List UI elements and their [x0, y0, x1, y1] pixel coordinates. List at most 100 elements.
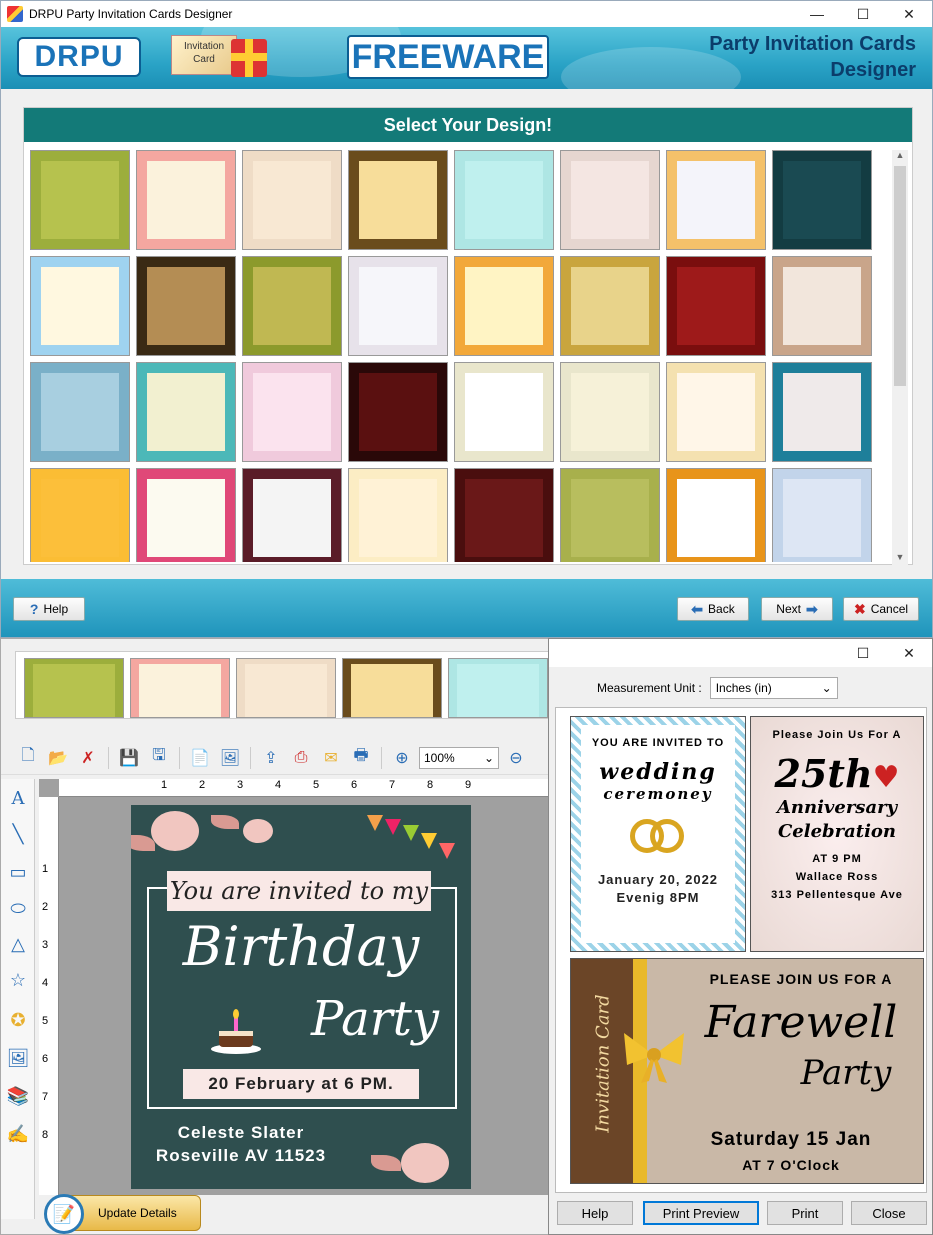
measurement-unit-select[interactable]: Inches (in) ⌄	[709, 677, 838, 699]
farewell-vertical-text: Invitation Card	[592, 994, 614, 1133]
design-thumbnail[interactable]	[560, 150, 660, 250]
maximize-button[interactable]: ☐	[840, 1, 886, 27]
design-thumbnail[interactable]	[772, 150, 872, 250]
design-thumbnail[interactable]	[560, 468, 660, 562]
design-thumbnail[interactable]	[772, 468, 872, 562]
design-thumbnail[interactable]	[666, 468, 766, 562]
wedding-card-preview: YOU ARE INVITED TO wedding ceremoney Jan…	[570, 716, 746, 952]
design-thumbnail[interactable]	[348, 256, 448, 356]
signature-tool-icon[interactable]: ✍	[5, 1121, 31, 1147]
update-details-button[interactable]: 📝 Update Details	[44, 1194, 201, 1234]
line-tool-icon[interactable]: ╲	[5, 821, 31, 847]
new-file-icon[interactable]: 🗋	[15, 745, 41, 771]
drpu-logo: DRPU	[17, 37, 141, 77]
export-icon[interactable]: ⇪	[258, 745, 284, 771]
birthday-card[interactable]: You are invited to my Birthday Party 20 …	[131, 805, 471, 1189]
triangle-tool-icon[interactable]: △	[5, 931, 31, 957]
design-thumbnail[interactable]	[136, 150, 236, 250]
pdf-icon[interactable]: ⎙	[288, 745, 314, 771]
email-icon[interactable]: ✉	[318, 745, 344, 771]
next-button[interactable]: Next ➡	[761, 597, 833, 621]
close-file-icon[interactable]: ✗	[75, 745, 101, 771]
anniversary-address: 313 Pellentesque Ave	[771, 889, 903, 901]
properties-icon[interactable]: 📄	[187, 745, 213, 771]
design-thumbnail[interactable]	[30, 150, 130, 250]
design-canvas[interactable]: 1 2 3 4 5 6 7 8 9 1 2 3 4 5 6 7 8 You are invited to my…	[39, 779, 549, 1195]
ellipse-tool-icon[interactable]: ⬭	[5, 895, 31, 921]
design-thumbnail[interactable]	[454, 468, 554, 562]
arrow-right-icon: ➡	[805, 600, 818, 617]
design-thumbnail[interactable]	[772, 256, 872, 356]
invited-text[interactable]: You are invited to my	[167, 871, 431, 911]
help-button[interactable]: Help	[557, 1201, 633, 1225]
symbol-tool-icon[interactable]: ✪	[5, 1007, 31, 1033]
design-header: Select Your Design!	[24, 108, 912, 142]
strip-thumbnail[interactable]	[130, 658, 230, 718]
print-icon[interactable]: 🖶	[348, 745, 374, 771]
save-as-icon[interactable]: 🖫	[146, 745, 172, 771]
strip-thumbnail[interactable]	[236, 658, 336, 718]
zoom-in-icon[interactable]: ⊕	[389, 745, 415, 771]
flower-decoration	[243, 819, 273, 843]
image-icon[interactable]: 🖼	[217, 745, 243, 771]
back-button[interactable]: ⬅ Back	[677, 597, 749, 621]
design-thumbnail[interactable]	[348, 150, 448, 250]
design-thumbnail[interactable]	[560, 362, 660, 462]
design-thumbnail[interactable]	[348, 362, 448, 462]
party-title[interactable]: Party	[295, 991, 455, 1047]
design-thumbnail[interactable]	[30, 362, 130, 462]
strip-thumbnail[interactable]	[24, 658, 124, 718]
print-preview-button[interactable]: Print Preview	[643, 1201, 759, 1225]
help-button[interactable]: ? Help	[13, 597, 85, 621]
scroll-thumb[interactable]	[894, 166, 906, 386]
design-thumbnail[interactable]	[30, 468, 130, 562]
close-button[interactable]: ✕	[886, 639, 932, 667]
ruler-tick: 7	[42, 1091, 49, 1103]
design-thumbnail[interactable]	[30, 256, 130, 356]
design-thumbnail[interactable]	[242, 256, 342, 356]
design-thumbnail[interactable]	[136, 362, 236, 462]
date-text[interactable]: 20 February at 6 PM.	[183, 1069, 419, 1099]
rectangle-tool-icon[interactable]: ▭	[5, 859, 31, 885]
text-tool-icon[interactable]: A	[5, 785, 31, 811]
design-thumbnail[interactable]	[560, 256, 660, 356]
scroll-down-icon[interactable]: ▼	[892, 552, 908, 566]
save-icon[interactable]: 💾	[116, 745, 142, 771]
design-thumbnail[interactable]	[772, 362, 872, 462]
host-info[interactable]: Celeste Slater Roseville AV 11523	[131, 1121, 351, 1167]
banner-title: Party Invitation Cards Designer	[709, 31, 916, 83]
cancel-button[interactable]: ✖ Cancel	[843, 597, 919, 621]
open-folder-icon[interactable]: 📂	[45, 745, 71, 771]
design-thumbnail[interactable]	[242, 150, 342, 250]
design-thumbnail[interactable]	[454, 150, 554, 250]
design-thumbnail[interactable]	[666, 362, 766, 462]
card-logo-text: Invitation Card	[171, 35, 237, 75]
design-thumbnail[interactable]	[348, 468, 448, 562]
cancel-icon: ✖	[853, 600, 866, 617]
zoom-select[interactable]: 100% ⌄	[419, 746, 499, 769]
close-button[interactable]: ✕	[886, 1, 932, 27]
design-thumbnail[interactable]	[666, 150, 766, 250]
library-tool-icon[interactable]: 📚	[5, 1083, 31, 1109]
measurement-unit-value: Inches (in)	[715, 681, 772, 695]
star-tool-icon[interactable]: ☆	[5, 967, 31, 993]
scroll-up-icon[interactable]: ▲	[892, 150, 908, 164]
design-thumbnail[interactable]	[454, 362, 554, 462]
image-tool-icon[interactable]: 🖼	[5, 1045, 31, 1071]
maximize-button[interactable]: ☐	[840, 639, 886, 667]
birthday-title[interactable]: Birthday	[161, 915, 441, 978]
strip-thumbnail[interactable]	[448, 658, 548, 718]
design-thumbnail[interactable]	[136, 468, 236, 562]
design-thumbnail[interactable]	[242, 468, 342, 562]
zoom-out-icon[interactable]: ⊖	[503, 745, 529, 771]
design-thumbnail-inner	[570, 478, 650, 558]
design-thumbnail[interactable]	[242, 362, 342, 462]
minimize-button[interactable]: —	[794, 1, 840, 27]
print-button[interactable]: Print	[767, 1201, 843, 1225]
strip-thumbnail[interactable]	[342, 658, 442, 718]
design-thumbnail[interactable]	[666, 256, 766, 356]
design-thumbnail[interactable]	[136, 256, 236, 356]
vertical-scrollbar[interactable]: ▲ ▼	[892, 150, 908, 566]
close-preview-button[interactable]: Close	[851, 1201, 927, 1225]
design-thumbnail[interactable]	[454, 256, 554, 356]
